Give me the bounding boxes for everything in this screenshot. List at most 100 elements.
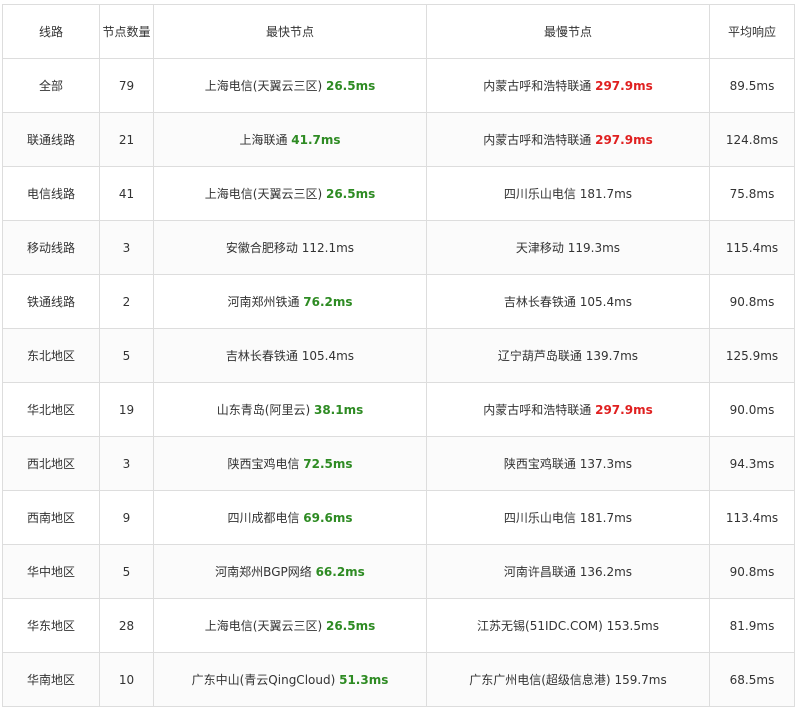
slowest-node-cell: 内蒙古呼和浩特联通 297.9ms <box>426 58 710 113</box>
slowest-node-name: 内蒙古呼和浩特联通 <box>483 133 592 147</box>
node-count-cell: 19 <box>99 382 154 437</box>
slowest-node-cell: 辽宁葫芦岛联通 139.7ms <box>426 328 710 383</box>
slowest-node-name: 陕西宝鸡联通 <box>503 457 576 471</box>
header-node-count: 节点数量 <box>99 4 154 59</box>
fastest-node-time: 112.1ms <box>301 241 355 255</box>
fastest-node-cell: 上海联通 41.7ms <box>153 112 427 167</box>
slowest-node-time: 139.7ms <box>585 349 639 363</box>
fastest-node-cell: 河南郑州BGP网络 66.2ms <box>153 544 427 599</box>
slowest-node-time: 297.9ms <box>595 403 653 417</box>
slowest-node-cell: 吉林长春铁通 105.4ms <box>426 274 710 329</box>
fastest-node-name: 陕西宝鸡电信 <box>227 457 300 471</box>
table-row: 华东地区 28 上海电信(天翼云三区) 26.5ms 江苏无锡(51IDC.COM) … <box>2 598 795 653</box>
table-header: 线路 节点数量 最快节点 最慢节点 平均响应 <box>2 4 795 59</box>
fastest-node-time: 51.3ms <box>339 673 389 687</box>
fastest-node-name: 上海电信(天翼云三区) <box>204 79 323 93</box>
average-response-cell: 81.9ms <box>709 598 795 653</box>
average-response-cell: 94.3ms <box>709 436 795 491</box>
table-row: 铁通线路 2 河南郑州铁通 76.2ms 吉林长春铁通 105.4ms 90.8ms <box>2 274 795 329</box>
slowest-node-cell: 内蒙古呼和浩特联通 297.9ms <box>426 382 710 437</box>
table-row: 华北地区 19 山东青岛(阿里云) 38.1ms 内蒙古呼和浩特联通 297.9ms 9… <box>2 382 795 437</box>
slowest-node-time: 181.7ms <box>579 511 633 525</box>
table-row: 华中地区 5 河南郑州BGP网络 66.2ms 河南许昌联通 136.2ms 90.8m… <box>2 544 795 599</box>
node-count-cell: 28 <box>99 598 154 653</box>
route-cell: 华南地区 <box>2 652 100 707</box>
average-response-cell: 68.5ms <box>709 652 795 707</box>
average-response-cell: 75.8ms <box>709 166 795 221</box>
header-average-response: 平均响应 <box>709 4 795 59</box>
slowest-node-time: 181.7ms <box>579 187 633 201</box>
average-response-cell: 89.5ms <box>709 58 795 113</box>
route-cell: 东北地区 <box>2 328 100 383</box>
slowest-node-name: 内蒙古呼和浩特联通 <box>483 79 592 93</box>
average-response-cell: 125.9ms <box>709 328 795 383</box>
fastest-node-cell: 山东青岛(阿里云) 38.1ms <box>153 382 427 437</box>
table-row: 西北地区 3 陕西宝鸡电信 72.5ms 陕西宝鸡联通 137.3ms 94.3ms <box>2 436 795 491</box>
node-count-cell: 3 <box>99 220 154 275</box>
fastest-node-name: 河南郑州BGP网络 <box>215 565 312 579</box>
fastest-node-name: 上海电信(天翼云三区) <box>204 187 323 201</box>
average-response-cell: 115.4ms <box>709 220 795 275</box>
node-count-cell: 10 <box>99 652 154 707</box>
fastest-node-name: 安徽合肥移动 <box>225 241 298 255</box>
fastest-node-time: 105.4ms <box>301 349 355 363</box>
slowest-node-name: 内蒙古呼和浩特联通 <box>483 403 592 417</box>
fastest-node-cell: 上海电信(天翼云三区) 26.5ms <box>153 598 427 653</box>
node-count-cell: 3 <box>99 436 154 491</box>
slowest-node-cell: 河南许昌联通 136.2ms <box>426 544 710 599</box>
route-cell: 电信线路 <box>2 166 100 221</box>
table-row: 华南地区 10 广东中山(青云QingCloud) 51.3ms 广东广州电信(超级信… <box>2 652 795 707</box>
slowest-node-time: 297.9ms <box>595 133 653 147</box>
slowest-node-time: 153.5ms <box>606 619 659 633</box>
slowest-node-name: 辽宁葫芦岛联通 <box>497 349 582 363</box>
fastest-node-time: 41.7ms <box>291 133 341 147</box>
route-cell: 西北地区 <box>2 436 100 491</box>
header-slowest-node: 最慢节点 <box>426 4 710 59</box>
table-row: 电信线路 41 上海电信(天翼云三区) 26.5ms 四川乐山电信 181.7ms 75… <box>2 166 795 221</box>
node-count-cell: 21 <box>99 112 154 167</box>
slowest-node-name: 四川乐山电信 <box>503 511 576 525</box>
slowest-node-name: 四川乐山电信 <box>503 187 576 201</box>
slowest-node-time: 105.4ms <box>579 295 633 309</box>
table-row: 联通线路 21 上海联通 41.7ms 内蒙古呼和浩特联通 297.9ms 124.8m… <box>2 112 795 167</box>
fastest-node-cell: 广东中山(青云QingCloud) 51.3ms <box>153 652 427 707</box>
fastest-node-name: 山东青岛(阿里云) <box>216 403 311 417</box>
slowest-node-cell: 四川乐山电信 181.7ms <box>426 166 710 221</box>
slowest-node-time: 297.9ms <box>595 79 653 93</box>
fastest-node-name: 上海电信(天翼云三区) <box>204 619 323 633</box>
fastest-node-time: 69.6ms <box>303 511 353 525</box>
route-cell: 移动线路 <box>2 220 100 275</box>
route-stats-table: 线路 节点数量 最快节点 最慢节点 平均响应 全部 79 上海电信(天翼云三区) 2… <box>2 4 795 707</box>
slowest-node-name: 天津移动 <box>515 241 564 255</box>
node-count-cell: 41 <box>99 166 154 221</box>
route-cell: 华中地区 <box>2 544 100 599</box>
fastest-node-name: 广东中山(青云QingCloud) <box>191 673 336 687</box>
fastest-node-cell: 吉林长春铁通 105.4ms <box>153 328 427 383</box>
slowest-node-time: 137.3ms <box>579 457 633 471</box>
slowest-node-time: 119.3ms <box>567 241 621 255</box>
fastest-node-time: 26.5ms <box>325 187 376 201</box>
slowest-node-name: 江苏无锡(51IDC.COM) <box>477 619 603 633</box>
fastest-node-cell: 上海电信(天翼云三区) 26.5ms <box>153 58 427 113</box>
fastest-node-name: 四川成都电信 <box>227 511 300 525</box>
route-cell: 华北地区 <box>2 382 100 437</box>
fastest-node-time: 76.2ms <box>303 295 353 309</box>
slowest-node-cell: 四川乐山电信 181.7ms <box>426 490 710 545</box>
fastest-node-time: 72.5ms <box>303 457 353 471</box>
route-cell: 西南地区 <box>2 490 100 545</box>
average-response-cell: 113.4ms <box>709 490 795 545</box>
slowest-node-time: 159.7ms <box>614 673 667 687</box>
average-response-cell: 90.8ms <box>709 544 795 599</box>
fastest-node-name: 吉林长春铁通 <box>225 349 298 363</box>
route-cell: 华东地区 <box>2 598 100 653</box>
header-fastest-node: 最快节点 <box>153 4 427 59</box>
fastest-node-time: 66.2ms <box>315 565 365 579</box>
table-row: 西南地区 9 四川成都电信 69.6ms 四川乐山电信 181.7ms 113.4ms <box>2 490 795 545</box>
slowest-node-name: 河南许昌联通 <box>503 565 576 579</box>
header-row: 线路 节点数量 最快节点 最慢节点 平均响应 <box>2 4 795 59</box>
slowest-node-name: 吉林长春铁通 <box>503 295 576 309</box>
fastest-node-name: 河南郑州铁通 <box>227 295 300 309</box>
fastest-node-cell: 陕西宝鸡电信 72.5ms <box>153 436 427 491</box>
fastest-node-time: 26.5ms <box>325 619 376 633</box>
fastest-node-cell: 上海电信(天翼云三区) 26.5ms <box>153 166 427 221</box>
